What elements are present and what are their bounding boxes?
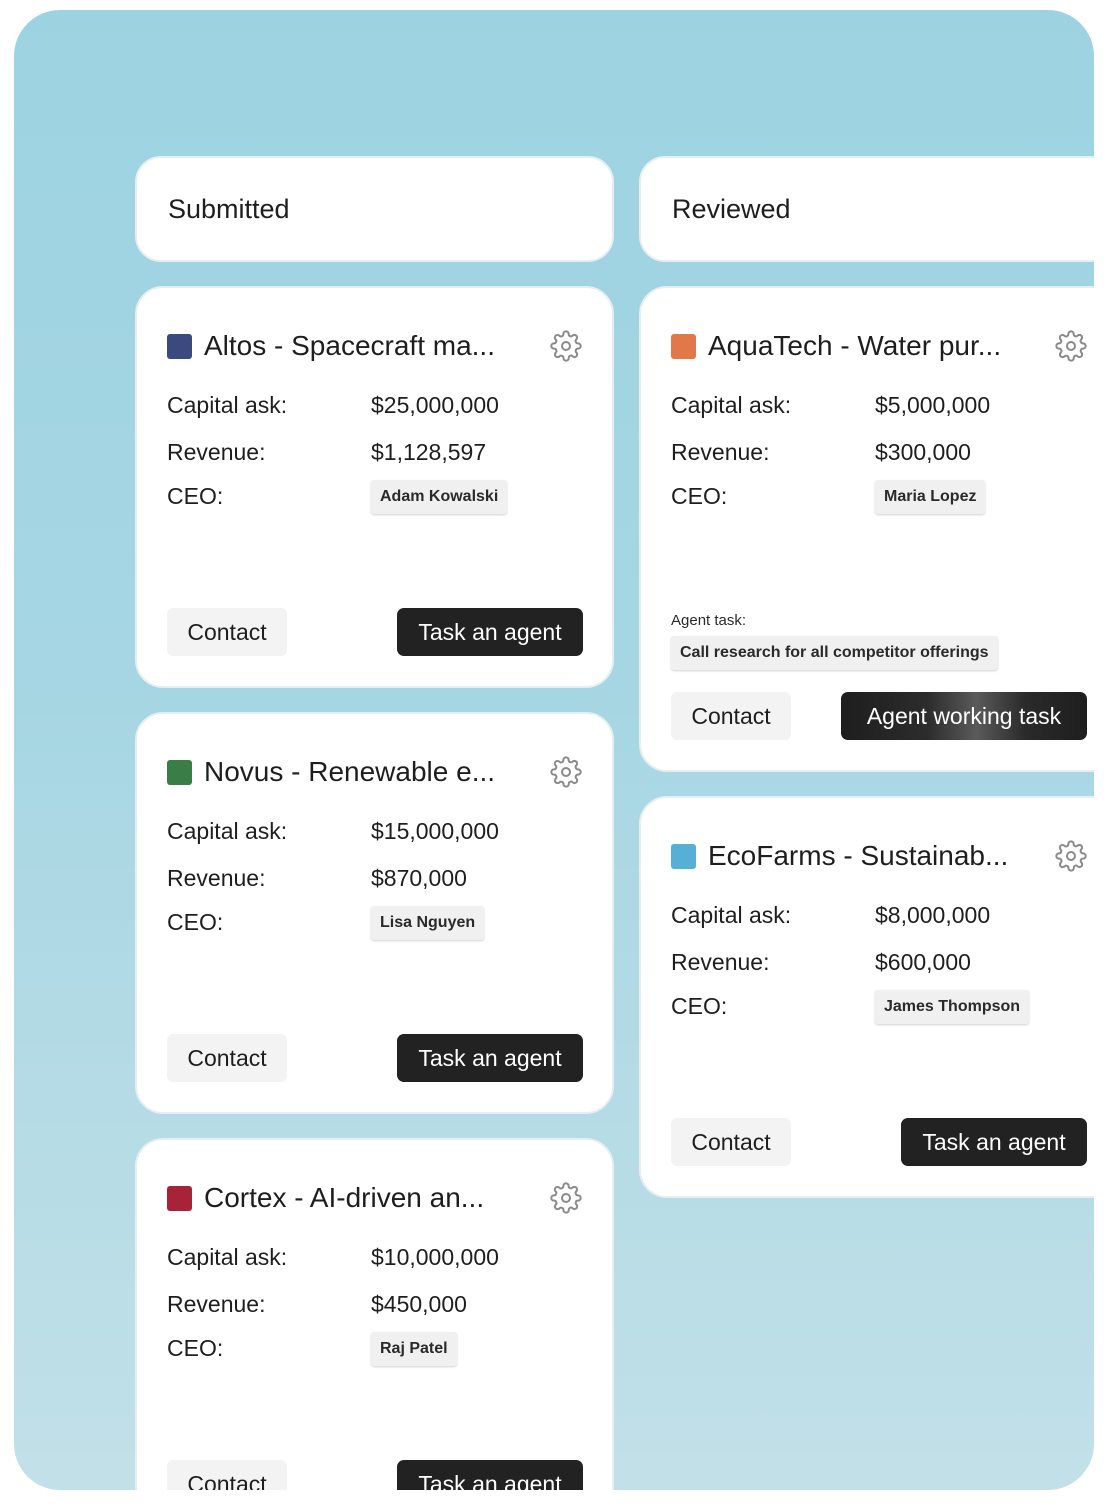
card-title: EcoFarms - Sustainab... (708, 840, 1009, 871)
task-agent-button[interactable]: Task an agent (901, 1118, 1087, 1166)
capital-label: Capital ask: (167, 392, 288, 418)
gear-icon[interactable] (550, 1182, 582, 1214)
capital-value: $25,000,000 (371, 392, 499, 418)
contact-button[interactable]: Contact (167, 1460, 287, 1490)
revenue-label: Revenue: (671, 439, 770, 465)
deal-card-altos[interactable]: Altos - Spacecraft ma... Capital ask: $2… (135, 286, 614, 688)
task-agent-button[interactable]: Task an agent (397, 1460, 583, 1490)
contact-button[interactable]: Contact (671, 1118, 791, 1166)
color-swatch (167, 1185, 192, 1211)
revenue-value: $1,128,597 (371, 439, 487, 465)
ceo-badge: Raj Patel (371, 1332, 457, 1366)
revenue-label: Revenue: (671, 949, 770, 975)
card-title: Cortex - AI-driven an... (204, 1182, 485, 1213)
card-title: Novus - Renewable e... (204, 756, 496, 787)
agent-task-label: Agent task: (671, 612, 747, 629)
column-title: Submitted (168, 193, 290, 224)
ceo-label: CEO: (167, 909, 224, 935)
capital-value: $8,000,000 (875, 902, 991, 928)
card-title-row: EcoFarms - Sustainab... (671, 838, 1087, 874)
revenue-label: Revenue: (167, 865, 266, 891)
gear-icon[interactable] (550, 330, 582, 362)
column-header-reviewed: Reviewed (639, 156, 1094, 262)
gear-icon[interactable] (550, 756, 582, 788)
ceo-label: CEO: (167, 1335, 224, 1361)
ceo-label: CEO: (671, 483, 728, 509)
revenue-value: $450,000 (371, 1291, 467, 1317)
ceo-badge: Maria Lopez (875, 480, 986, 514)
revenue-value: $600,000 (875, 949, 971, 975)
capital-label: Capital ask: (167, 818, 288, 844)
capital-label: Capital ask: (671, 392, 792, 418)
revenue-label: Revenue: (167, 439, 266, 465)
contact-button[interactable]: Contact (167, 1034, 287, 1082)
agent-working-button[interactable]: Agent working task (841, 692, 1087, 740)
deal-card-ecofarms[interactable]: EcoFarms - Sustainab... Capital ask: $8,… (639, 796, 1094, 1198)
capital-label: Capital ask: (671, 902, 792, 928)
capital-value: $5,000,000 (875, 392, 991, 418)
revenue-value: $300,000 (875, 439, 971, 465)
kanban-board: Submitted Reviewed Altos - Spacecraft ma… (14, 10, 1094, 1490)
gear-icon[interactable] (1055, 840, 1087, 872)
card-title-row: Cortex - AI-driven an... (167, 1180, 582, 1216)
contact-button[interactable]: Contact (167, 608, 287, 656)
capital-value: $15,000,000 (371, 818, 499, 844)
capital-value: $10,000,000 (371, 1244, 499, 1270)
gear-icon[interactable] (1055, 330, 1087, 362)
color-swatch (167, 333, 192, 359)
ceo-label: CEO: (167, 483, 224, 509)
task-agent-button[interactable]: Task an agent (397, 1034, 583, 1082)
deal-card-novus[interactable]: Novus - Renewable e... Capital ask: $15,… (135, 712, 614, 1114)
color-swatch (167, 759, 192, 785)
card-title-row: AquaTech - Water pur... (671, 328, 1087, 364)
color-swatch (671, 843, 696, 869)
capital-label: Capital ask: (167, 1244, 288, 1270)
deal-card-cortex[interactable]: Cortex - AI-driven an... Capital ask: $1… (135, 1138, 614, 1490)
deal-card-aquatech[interactable]: AquaTech - Water pur... Capital ask: $5,… (639, 286, 1094, 772)
task-agent-button[interactable]: Task an agent (397, 608, 583, 656)
ceo-badge: James Thompson (875, 990, 1030, 1024)
card-title-row: Altos - Spacecraft ma... (167, 328, 582, 364)
ceo-badge: Adam Kowalski (371, 480, 508, 514)
column-title: Reviewed (672, 193, 791, 224)
column-header-submitted: Submitted (135, 156, 614, 262)
ceo-label: CEO: (671, 993, 728, 1019)
color-swatch (671, 333, 696, 359)
contact-button[interactable]: Contact (671, 692, 791, 740)
ceo-badge: Lisa Nguyen (371, 906, 485, 940)
card-title: AquaTech - Water pur... (708, 330, 1002, 361)
card-title: Altos - Spacecraft ma... (204, 330, 495, 361)
agent-task-chip: Call research for all competitor offerin… (671, 636, 998, 670)
revenue-value: $870,000 (371, 865, 467, 891)
card-title-row: Novus - Renewable e... (167, 754, 582, 790)
revenue-label: Revenue: (167, 1291, 266, 1317)
